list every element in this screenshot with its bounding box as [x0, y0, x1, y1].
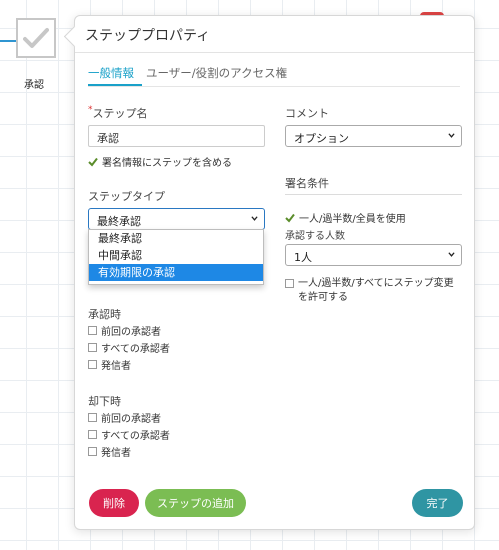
option-label: 発信者	[101, 361, 131, 372]
comment-label: コメント	[285, 107, 329, 120]
allow-step-change-row[interactable]: 一人/過半数/すべてにステップ変更を許可する	[285, 277, 460, 305]
checkbox-checked-icon[interactable]	[285, 212, 295, 223]
step-type-option-final[interactable]: 最終承認	[89, 230, 263, 247]
signature-conditions-label: 署名条件	[285, 177, 329, 190]
step-type-dropdown: 最終承認 中間承認 有効期限の承認	[88, 229, 264, 285]
delete-button[interactable]: 削除	[89, 489, 139, 517]
chevron-down-icon	[448, 252, 455, 257]
allow-step-change-label: 一人/過半数/すべてにステップ変更を許可する	[298, 278, 454, 303]
approval-step-node[interactable]	[16, 18, 56, 58]
on-approve-option-all[interactable]: すべての承認者	[88, 340, 170, 355]
on-reject-option-previous[interactable]: 前回の承認者	[88, 410, 161, 425]
on-reject-option-sender[interactable]: 発信者	[88, 444, 131, 459]
use-majority-row[interactable]: 一人/過半数/全員を使用	[285, 210, 406, 225]
title-divider	[75, 52, 474, 53]
dialog-pointer	[63, 25, 86, 48]
step-type-option-intermediate[interactable]: 中間承認	[89, 247, 263, 264]
signature-conditions-divider	[285, 194, 462, 195]
step-name-label: *ステップ名	[88, 105, 148, 120]
checkbox[interactable]	[88, 430, 97, 439]
on-approve-label: 承認時	[88, 308, 121, 321]
comment-select[interactable]: オプション	[285, 125, 462, 147]
approvers-count-value: 1人	[294, 251, 312, 264]
checkbox[interactable]	[88, 360, 97, 369]
option-label: 発信者	[101, 448, 131, 459]
option-label: すべての承認者	[101, 344, 170, 355]
tab-general[interactable]: 一般情報	[88, 65, 134, 81]
tabs-divider	[88, 86, 460, 87]
checkbox[interactable]	[88, 326, 97, 335]
add-step-button[interactable]: ステップの追加	[145, 489, 246, 517]
dialog-title: ステッププロパティ	[85, 28, 211, 44]
node-label: 承認	[24, 80, 44, 91]
step-name-input[interactable]: 承認	[88, 125, 265, 147]
include-signature-label: 署名情報にステップを含める	[102, 158, 232, 169]
checkbox[interactable]	[88, 447, 97, 456]
on-approve-option-sender[interactable]: 発信者	[88, 357, 131, 372]
on-reject-label: 却下時	[88, 395, 121, 408]
use-majority-label: 一人/過半数/全員を使用	[299, 214, 406, 225]
chevron-down-icon	[448, 133, 455, 138]
step-type-option-expiration[interactable]: 有効期限の承認	[89, 264, 263, 281]
option-label: すべての承認者	[101, 431, 170, 442]
on-reject-option-all[interactable]: すべての承認者	[88, 427, 170, 442]
done-button[interactable]: 完了	[412, 489, 463, 517]
checkbox[interactable]	[285, 279, 294, 288]
step-type-label: ステップタイプ	[88, 190, 165, 203]
approvers-count-select[interactable]: 1人	[285, 244, 462, 266]
comment-value: オプション	[294, 132, 349, 145]
option-label: 前回の承認者	[101, 327, 161, 338]
step-type-select[interactable]: 最終承認	[88, 208, 265, 230]
check-icon	[23, 28, 49, 48]
on-approve-option-previous[interactable]: 前回の承認者	[88, 323, 161, 338]
checkbox-checked-icon[interactable]	[88, 156, 98, 167]
option-label: 前回の承認者	[101, 414, 161, 425]
include-signature-row[interactable]: 署名情報にステップを含める	[88, 154, 232, 169]
checkbox[interactable]	[88, 413, 97, 422]
checkbox[interactable]	[88, 343, 97, 352]
chevron-down-icon	[251, 216, 258, 221]
approvers-count-label: 承認する人数	[285, 231, 345, 242]
step-type-value: 最終承認	[97, 215, 141, 228]
tab-user-role-access[interactable]: ユーザー/役割のアクセス権	[146, 65, 287, 81]
